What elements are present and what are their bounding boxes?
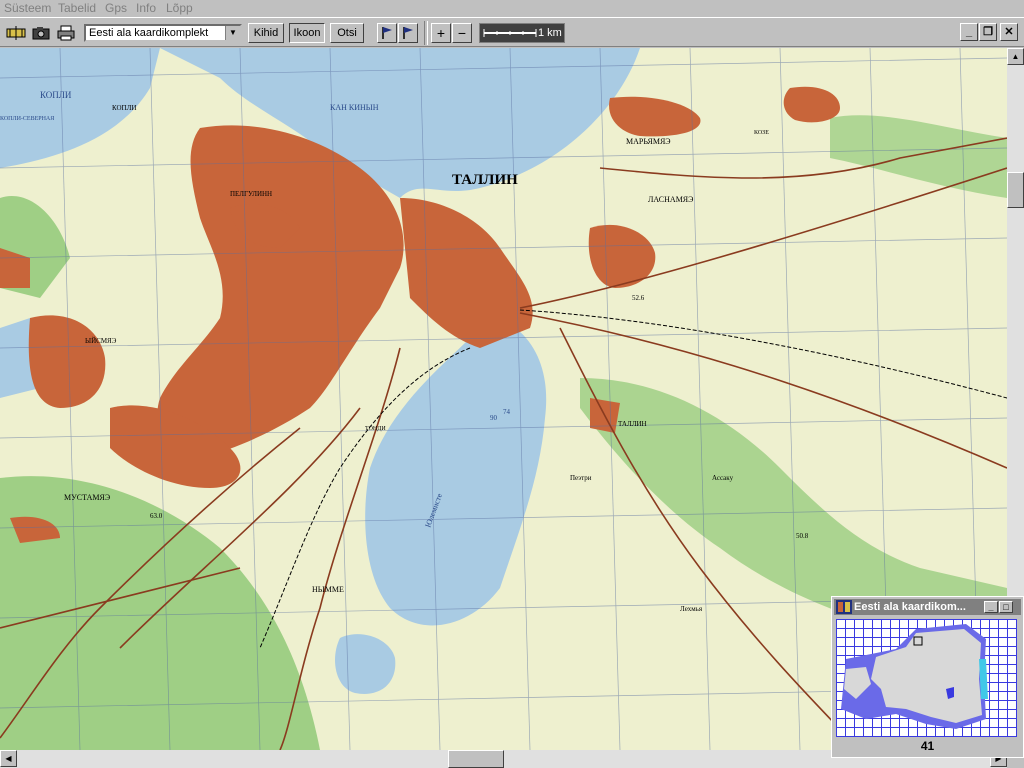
map-app-icon [836,600,852,614]
label-pelgulinn: ПЕЛГУЛИНН [230,190,272,198]
label-kose: КОЗЕ [754,130,769,136]
map-set-select[interactable]: Eesti ala kaardikomplekt ▼ [84,24,242,42]
label-kalamaja: КАН КИНЫН [330,103,379,112]
search-button[interactable]: Otsi [330,23,364,43]
label-lehmja: Лехмья [680,605,703,613]
scroll-left-arrow-icon[interactable]: ◀ [0,750,17,767]
minimize-button[interactable]: _ [960,23,978,41]
menu-bar: Süsteem Tabelid Gps Info Lõpp [0,0,1024,16]
layers-button[interactable]: Kihid [248,23,284,43]
flag-icon[interactable] [377,23,397,43]
sheet-number: 41 [920,739,935,753]
flag-icon-2[interactable] [398,23,418,43]
label-nomme: НЫММЕ [312,585,344,594]
height-label-5: 50.8 [796,532,809,540]
scale-bar: 1 km [479,23,565,43]
height-label-4: 74 [503,408,511,416]
label-kopli-bay: КОПЛИ [40,90,72,100]
layers-tool-icon[interactable] [5,23,27,43]
city-label: ТАЛЛИН [452,172,518,188]
zoom-out-button[interactable]: − [452,23,472,43]
height-label-3: 90 [490,414,498,422]
overview-map[interactable] [836,619,1017,737]
camera-icon[interactable] [30,23,52,43]
height-label-1: 52.6 [632,294,645,302]
toolbar: Eesti ala kaardikomplekt ▼ Kihid Ikoon O… [0,17,1024,47]
zoom-in-button[interactable]: + [431,23,451,43]
chevron-down-icon[interactable]: ▼ [225,26,240,40]
menu-gps[interactable]: Gps [105,1,127,15]
vertical-scroll-thumb[interactable] [1007,172,1024,208]
scale-label: 1 km [538,27,562,39]
menu-lopp[interactable]: Lõpp [166,1,193,15]
map-set-select-value: Eesti ala kaardikomplekt [89,27,209,39]
label-peetri: Пеэтри [570,474,592,482]
menu-susteem[interactable]: Süsteem [4,1,51,15]
menu-tabelid[interactable]: Tabelid [58,1,96,15]
printer-icon[interactable] [55,23,77,43]
scroll-up-arrow-icon[interactable]: ▲ [1007,48,1024,65]
overview-minimize-button[interactable]: _ [984,601,998,613]
label-mustamae: МУСТАМЯЭ [64,493,110,502]
toolbar-separator [424,21,428,45]
icon-button[interactable]: Ikoon [289,23,325,43]
label-kopli: КОПЛИ [112,104,136,112]
restore-button[interactable]: ❐ [979,23,997,41]
overview-maximize-button[interactable]: □ [999,601,1013,613]
overview-close-button[interactable] [1015,601,1023,613]
menu-info[interactable]: Info [136,1,156,15]
label-lasnamae: ЛАСНАМЯЭ [648,195,693,204]
label-joe: ЫЙСМЯЭ [85,337,117,345]
close-button[interactable]: ✕ [1000,23,1018,41]
height-label-2: 63.0 [150,512,163,520]
horizontal-scroll-thumb[interactable] [448,750,504,768]
overview-title: Eesti ala kaardikom... [854,601,966,613]
label-tallinn-south: ТАЛЛИН [618,420,647,428]
overview-window[interactable]: Eesti ala kaardikom... _ □ 41 [831,596,1024,758]
overview-title-bar[interactable]: Eesti ala kaardikom... _ □ [834,599,1021,615]
label-kopli-ridge: КОПЛИ-СЕВЕРНАЯ [0,116,54,122]
label-tondi: ТОНДИ [365,426,386,432]
label-assaku: Ассаку [712,474,734,482]
label-marjamae: МАРЬЯМЯЭ [626,137,671,146]
